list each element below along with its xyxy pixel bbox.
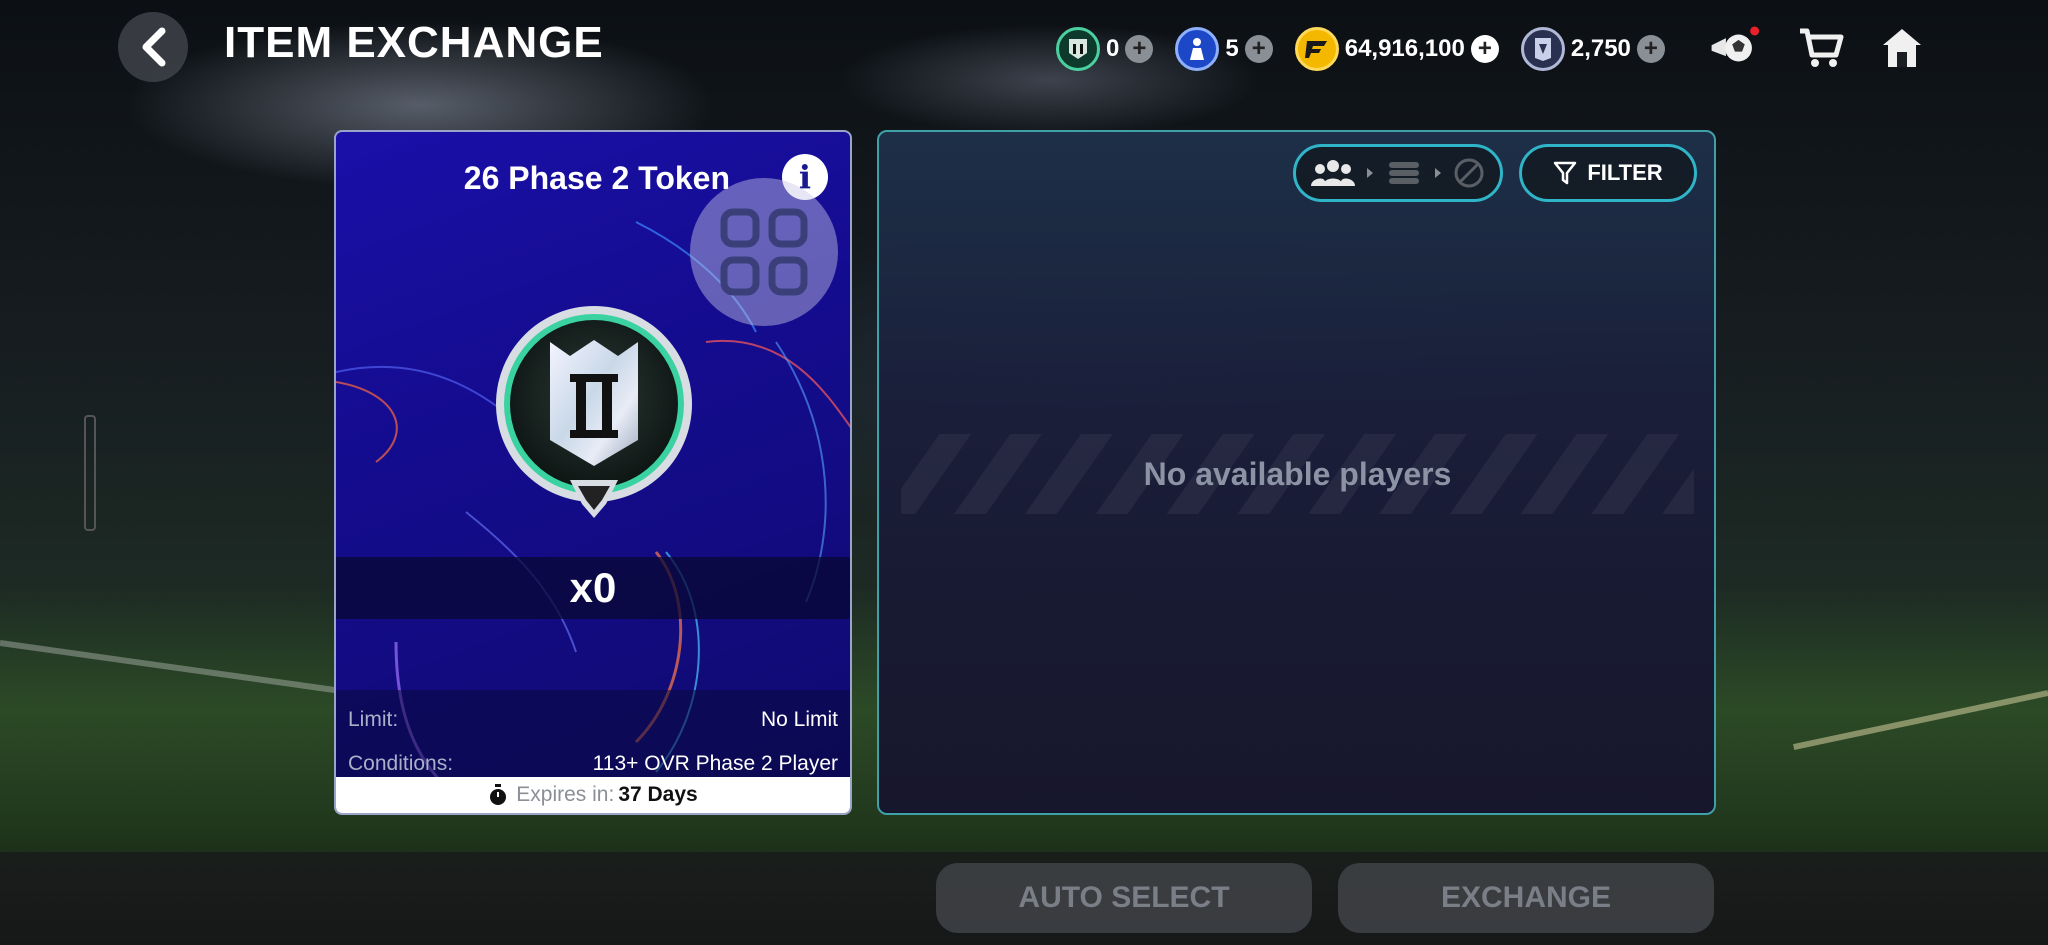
limit-label: Limit: <box>348 708 399 731</box>
add-rank-token-button[interactable]: + <box>1125 35 1154 63</box>
item-title: 26 Phase 2 Token <box>463 160 730 196</box>
home-icon <box>1883 29 1921 67</box>
stopwatch-icon <box>490 784 507 805</box>
limit-row: Limit: No Limit <box>348 702 838 738</box>
filter-label: FILTER <box>1587 160 1663 185</box>
limit-value: No Limit <box>760 708 838 731</box>
pitch-line <box>1793 690 2048 750</box>
currency-points: 2,750 + <box>1520 27 1665 71</box>
stack-icon <box>1389 162 1419 184</box>
points-icon <box>1520 27 1565 71</box>
currency-coins: 64,916,100 + <box>1294 27 1499 71</box>
token-item-card: 26 Phase 2 Token i x0 Limit: No Limit Co… <box>334 130 852 815</box>
currency-value: 2,750 <box>1570 35 1631 62</box>
chevron-right-icon <box>1367 168 1373 178</box>
filter-icon <box>1554 161 1577 185</box>
group-users-icon <box>1311 160 1355 186</box>
page-title: ITEM EXCHANGE <box>224 18 604 67</box>
back-button[interactable] <box>118 12 188 82</box>
filter-button[interactable]: FILTER <box>1519 144 1697 202</box>
currency-bar: 0 + 5 + 64,916,100 + 2,750 + <box>1056 24 1687 74</box>
expires-value: 37 Days <box>618 783 698 806</box>
rank-token-icon <box>1056 27 1100 71</box>
conditions-label: Conditions: <box>348 752 454 775</box>
phase-token-icon <box>492 304 696 528</box>
view-toggle-button[interactable] <box>690 178 838 326</box>
sort-order-toggle[interactable] <box>1293 144 1503 202</box>
announcements-button[interactable] <box>1708 22 1760 74</box>
chevron-left-icon <box>142 27 166 67</box>
token-count: x0 <box>336 557 850 619</box>
expires-label: Expires in: <box>516 783 615 806</box>
home-button[interactable] <box>1876 22 1928 74</box>
chevron-right-icon <box>1435 168 1441 178</box>
expiry-bar: Expires in: 37 Days <box>336 777 850 813</box>
currency-value: 0 <box>1106 35 1120 62</box>
currency-value: 64,916,100 <box>1344 35 1465 62</box>
exchange-button[interactable]: EXCHANGE <box>1338 863 1714 933</box>
auto-select-button[interactable]: AUTO SELECT <box>936 863 1312 933</box>
player-selection-panel: FILTER No available players <box>877 130 1716 815</box>
player-token-icon <box>1175 27 1220 71</box>
empty-state-message: No available players <box>1143 455 1452 492</box>
currency-rank-tokens: 0 + <box>1056 27 1154 71</box>
empty-state: No available players <box>901 434 1694 514</box>
conditions-value: 113+ OVR Phase 2 Player <box>592 752 838 775</box>
currency-value: 5 <box>1225 35 1239 62</box>
megaphone-ball-icon <box>1711 26 1760 62</box>
coins-icon <box>1294 27 1339 71</box>
cart-icon <box>1800 28 1844 67</box>
currency-player-tokens: 5 + <box>1175 27 1273 71</box>
store-button[interactable] <box>1795 22 1847 74</box>
no-trade-icon <box>1454 158 1484 188</box>
add-player-token-button[interactable]: + <box>1244 35 1273 63</box>
add-coins-button[interactable]: + <box>1470 35 1499 63</box>
side-drawer-handle[interactable] <box>84 415 96 531</box>
add-points-button[interactable]: + <box>1636 35 1665 63</box>
grid-icon <box>720 208 808 296</box>
